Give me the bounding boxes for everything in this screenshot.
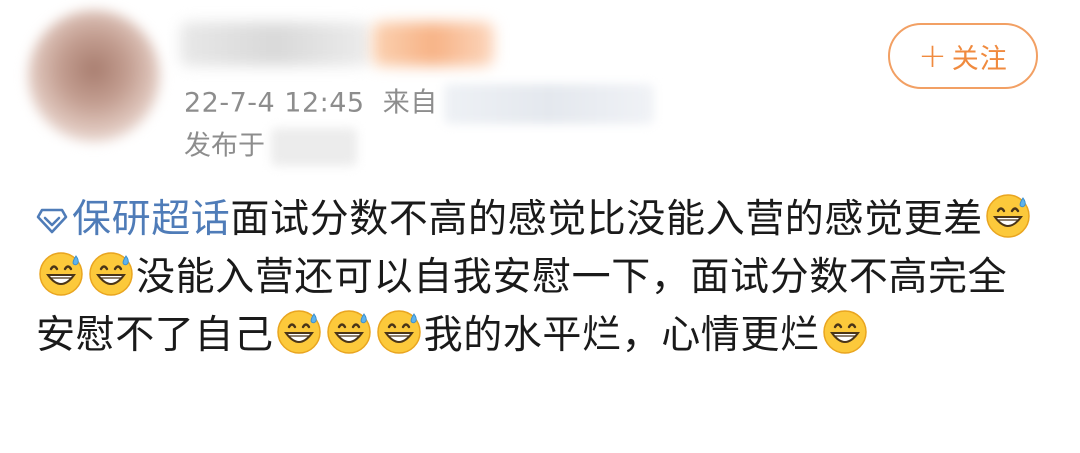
post-meta: 22-7-4 12:45 来自 [184, 84, 654, 124]
follow-label: 关注 [951, 43, 1008, 75]
source-prefix: 来自 [382, 87, 438, 119]
avatar[interactable] [28, 10, 160, 142]
follow-button[interactable]: + 关注 [888, 23, 1038, 89]
grinning-emoji-icon [822, 310, 867, 354]
grinning-sweat-emoji-icon [39, 252, 83, 296]
grinning-sweat-emoji-icon [986, 194, 1030, 238]
username-redacted[interactable] [180, 22, 370, 66]
post-location: 发布于 [184, 128, 357, 166]
source-redacted [443, 84, 654, 124]
grinning-sweat-emoji-icon [89, 252, 133, 296]
post-text-1: 面试分数不高的感觉比没能入营的感觉更差 [230, 197, 983, 242]
grinning-sweat-emoji-icon [376, 310, 421, 354]
diamond-icon [36, 208, 68, 234]
grinning-sweat-emoji-icon [276, 310, 321, 354]
post-timestamp: 22-7-4 12:45 [184, 87, 365, 119]
published-prefix: 发布于 [184, 130, 265, 162]
grinning-sweat-emoji-icon [326, 310, 371, 354]
post-text-3: 我的水平烂，心情更烂 [423, 313, 820, 358]
topic-label: 保研超话 [72, 197, 231, 242]
plus-icon: + [918, 36, 948, 76]
topic-link[interactable]: 保研超话 [36, 197, 230, 242]
user-badge-redacted [372, 22, 494, 66]
post-body: 保研超话面试分数不高的感觉比没能入营的感觉更差没能入营还可以自我安慰一下，面试分… [36, 191, 1046, 365]
location-redacted [271, 128, 357, 166]
